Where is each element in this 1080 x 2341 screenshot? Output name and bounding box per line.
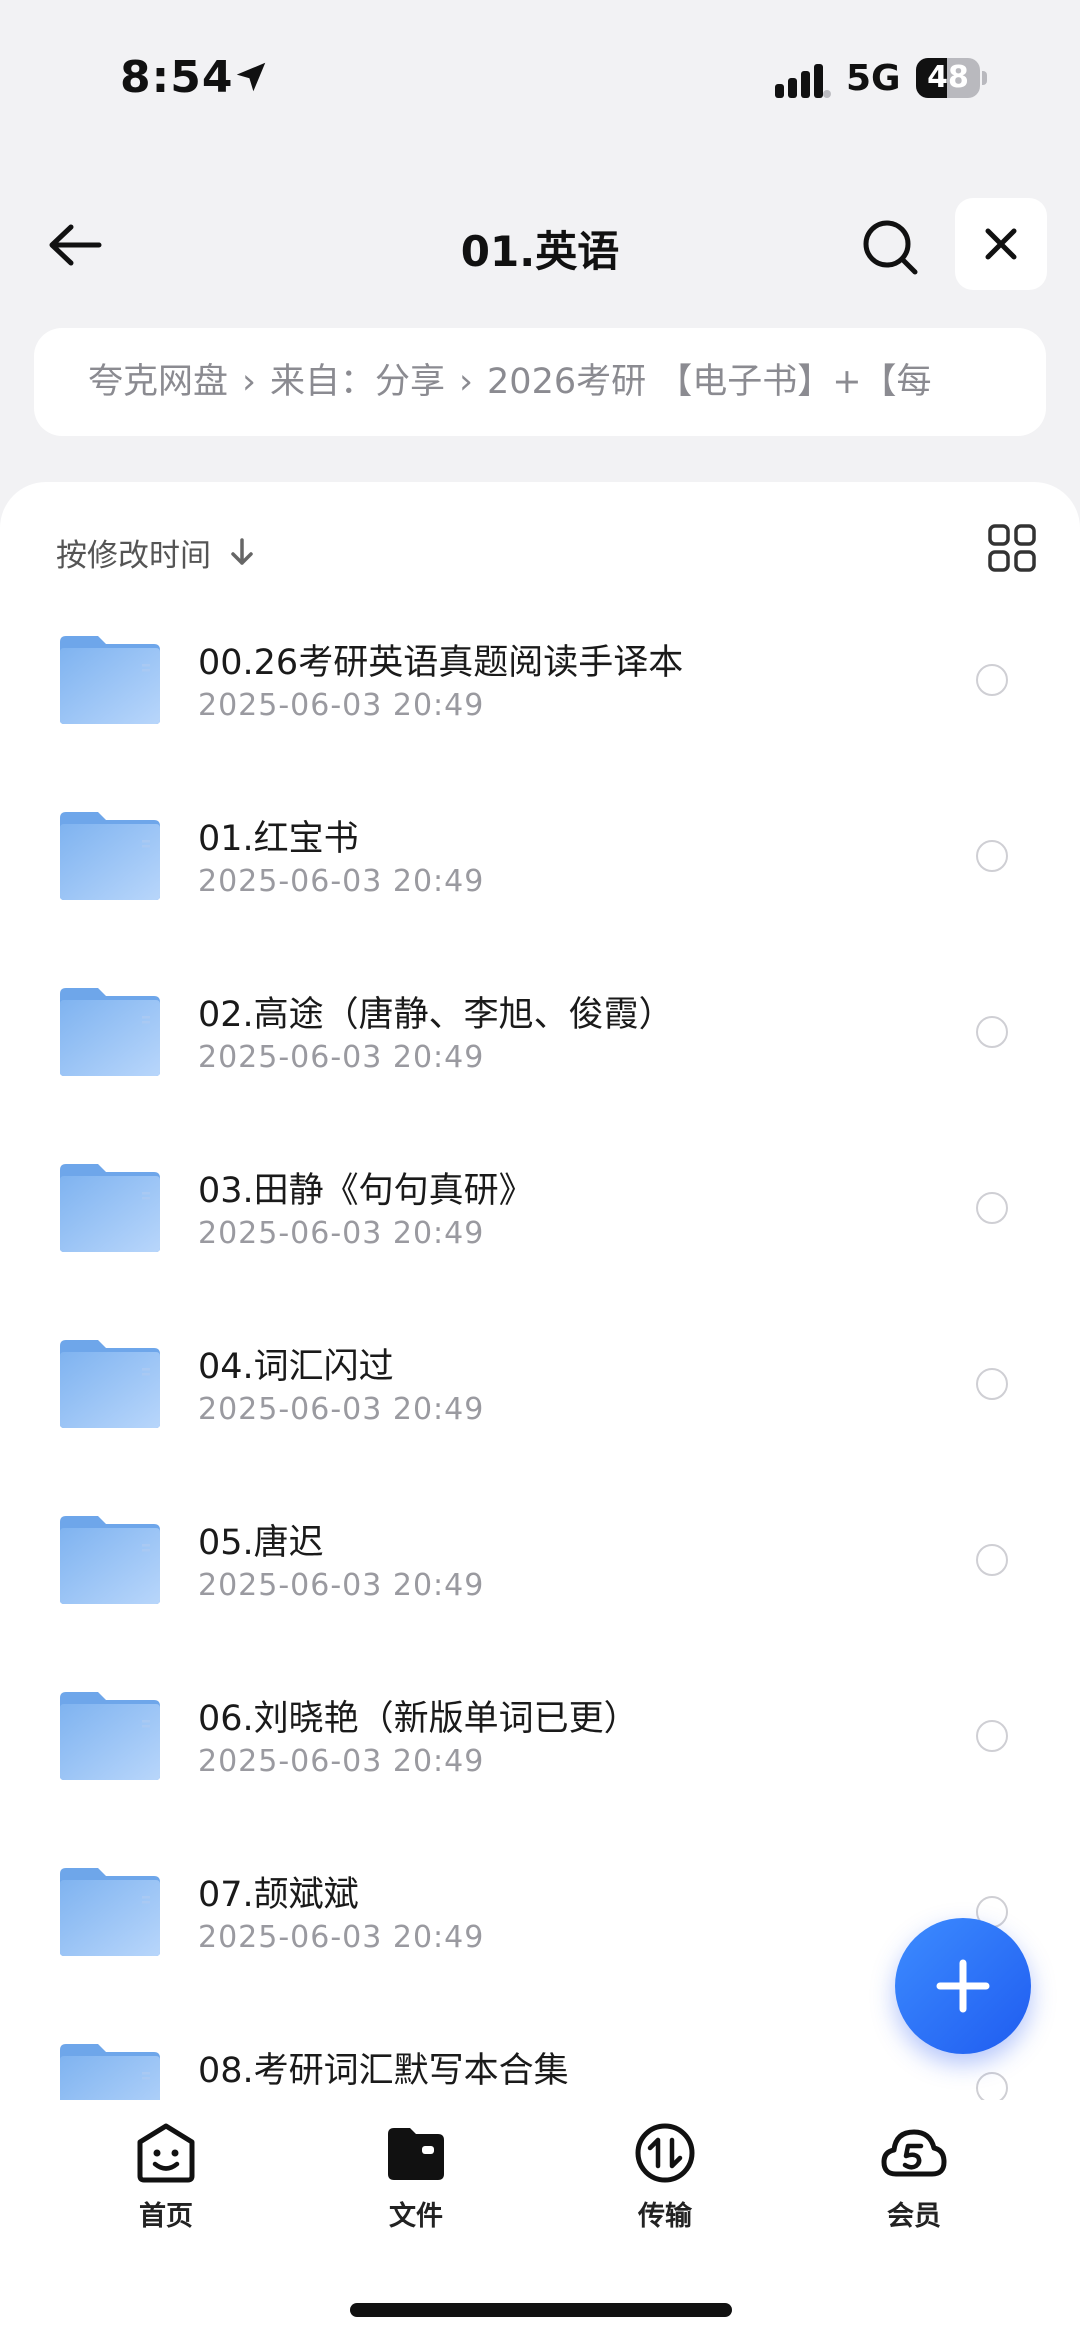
folder-icon: [60, 1340, 160, 1428]
folder-icon: [60, 812, 160, 900]
file-name: 03.田静《句句真研》: [198, 1171, 534, 1211]
breadcrumb-item-shared[interactable]: 来自：分享: [270, 362, 445, 402]
tab-files-label: 文件: [389, 2201, 443, 2232]
breadcrumb-item-root[interactable]: 夸克网盘: [88, 362, 228, 402]
arrow-down-icon: [231, 538, 253, 565]
tab-files[interactable]: 文件: [336, 2122, 496, 2233]
location-arrow-icon: [236, 62, 266, 92]
select-radio[interactable]: [976, 840, 1008, 872]
battery-icon: 48: [916, 58, 987, 98]
plus-icon: [936, 1959, 990, 2013]
select-radio[interactable]: [976, 1368, 1008, 1400]
breadcrumb: 夸克网盘 › 来自：分享 › 2026考研 【电子书】+【每: [34, 328, 1046, 436]
folder-icon: [60, 636, 160, 724]
smiley-home-icon: [137, 2123, 195, 2183]
sort-label: 按修改时间: [56, 537, 211, 574]
file-date: 2025-06-03 20:49: [198, 1744, 485, 1779]
transfer-icon: [635, 2123, 695, 2183]
file-name: 06.刘晓艳（新版单词已更）: [198, 1699, 639, 1739]
network-type: 5G: [846, 58, 901, 99]
file-date: 2025-06-03 20:49: [198, 1568, 485, 1603]
home-indicator: [350, 2303, 732, 2317]
search-button[interactable]: [855, 212, 925, 282]
close-icon: [985, 228, 1017, 260]
chevron-right-icon: ›: [459, 362, 474, 402]
file-name: 05.唐迟: [198, 1523, 324, 1563]
file-date: 2025-06-03 20:49: [198, 864, 485, 899]
file-row[interactable]: 01.红宝书 2025-06-03 20:49: [0, 788, 1080, 964]
select-radio[interactable]: [976, 1544, 1008, 1576]
file-name: 04.词汇闪过: [198, 1347, 394, 1387]
folder-icon: [60, 1516, 160, 1604]
folder-icon: [60, 1868, 160, 1956]
file-name: 07.颉斌斌: [198, 1875, 359, 1915]
cloud-member-icon: [881, 2129, 947, 2177]
select-radio[interactable]: [976, 664, 1008, 696]
file-date: 2025-06-03 20:49: [198, 688, 485, 723]
file-name: 08.考研词汇默写本合集: [198, 2051, 569, 2091]
status-time: 8:54: [120, 52, 234, 103]
tab-transfer[interactable]: 传输: [585, 2122, 745, 2233]
sort-control[interactable]: 按修改时间: [56, 522, 255, 582]
breadcrumb-item-folder[interactable]: 2026考研 【电子书】+【每: [487, 362, 932, 402]
file-date: 2025-06-03 20:49: [198, 1920, 485, 1955]
select-radio[interactable]: [976, 1192, 1008, 1224]
file-date: 2025-06-03 20:49: [198, 1216, 485, 1251]
add-button[interactable]: [895, 1918, 1031, 2054]
close-button[interactable]: [955, 198, 1047, 290]
file-name: 00.26考研英语真题阅读手译本: [198, 643, 684, 683]
select-radio[interactable]: [976, 1720, 1008, 1752]
tab-member-label: 会员: [887, 2201, 941, 2232]
search-icon: [863, 220, 918, 275]
file-date: 2025-06-03 20:49: [198, 1392, 485, 1427]
file-panel: 按修改时间 00.26考研英语真题阅读手译本 2025-06-03 20:49: [0, 482, 1080, 2112]
nav-header: 01.英语: [0, 190, 1080, 300]
chevron-right-icon: ›: [242, 362, 257, 402]
folder-icon: [388, 2128, 444, 2180]
status-bar: 8:54 5G 48: [0, 0, 1080, 160]
file-name: 02.高途（唐静、李旭、俊霞）: [198, 995, 674, 1035]
file-row[interactable]: 02.高途（唐静、李旭、俊霞） 2025-06-03 20:49: [0, 964, 1080, 1140]
file-date: 2025-06-03 20:49: [198, 1040, 485, 1075]
tab-member[interactable]: 会员: [834, 2122, 994, 2233]
tab-home[interactable]: 首页: [86, 2122, 246, 2233]
folder-icon: [60, 988, 160, 1076]
file-row[interactable]: 00.26考研英语真题阅读手译本 2025-06-03 20:49: [0, 612, 1080, 788]
file-list: 00.26考研英语真题阅读手译本 2025-06-03 20:49 01.红宝书 2…: [0, 612, 1080, 2112]
tab-home-label: 首页: [139, 2201, 193, 2232]
signal-icon: [775, 64, 831, 98]
grid-view-icon: [988, 524, 1036, 572]
folder-icon: [60, 1164, 160, 1252]
file-row[interactable]: 05.唐迟 2025-06-03 20:49: [0, 1492, 1080, 1668]
grid-view-button[interactable]: [984, 520, 1040, 576]
file-name: 01.红宝书: [198, 819, 359, 859]
file-row[interactable]: 04.词汇闪过 2025-06-03 20:49: [0, 1316, 1080, 1492]
battery-percent: 48: [927, 60, 969, 95]
tab-transfer-label: 传输: [638, 2201, 692, 2232]
file-row[interactable]: 03.田静《句句真研》 2025-06-03 20:49: [0, 1140, 1080, 1316]
select-radio[interactable]: [976, 1016, 1008, 1048]
folder-icon: [60, 1692, 160, 1780]
file-row[interactable]: 06.刘晓艳（新版单词已更） 2025-06-03 20:49: [0, 1668, 1080, 1844]
